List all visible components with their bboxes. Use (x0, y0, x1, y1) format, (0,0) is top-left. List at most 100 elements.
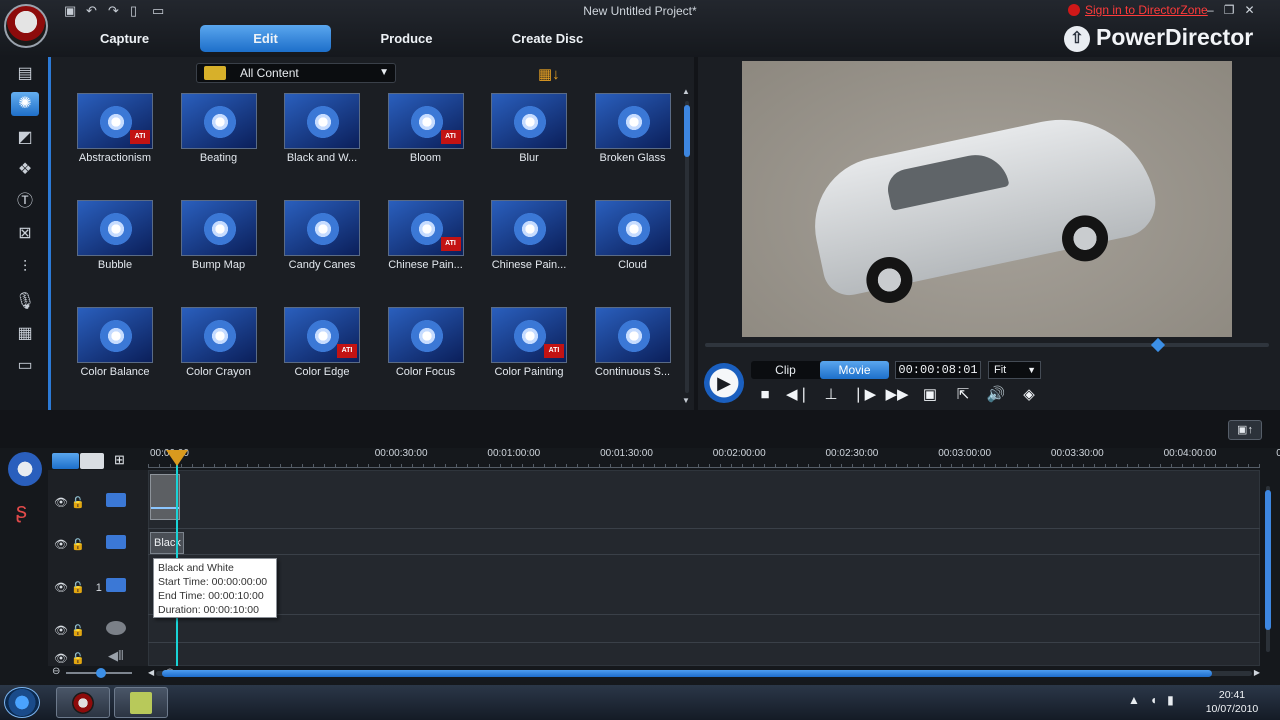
library-scrollbar[interactable]: ▲ ▼ (682, 87, 691, 405)
eye-icon[interactable]: 👁 (54, 582, 68, 594)
signin-text[interactable]: Sign in to DirectorZone (1085, 3, 1208, 17)
timecode-display[interactable]: 00:00:08:01 (895, 361, 981, 379)
effect-tile[interactable]: Chinese Pain... (479, 200, 579, 290)
effect-room-icon[interactable]: ✺ (11, 92, 39, 116)
effect-tile[interactable]: Continuous S... (583, 307, 683, 397)
effect-thumbnail[interactable] (491, 200, 567, 256)
effect-tile[interactable]: Candy Canes (272, 200, 372, 290)
taskbar-powerdirector[interactable] (56, 687, 110, 718)
movie-mode-button[interactable]: Movie (820, 361, 889, 379)
subtitle-room-icon[interactable]: ▭ (11, 354, 39, 378)
eye-icon[interactable]: 👁 (54, 497, 68, 509)
effect-tile[interactable]: Color Focus (376, 307, 476, 397)
pip-room-icon[interactable]: ◩ (11, 126, 39, 150)
effect-tile[interactable]: Beating (169, 93, 269, 183)
effect-thumbnail[interactable]: ATI (77, 93, 153, 149)
unlock-icon[interactable]: 🔓 (71, 653, 85, 665)
magic-wand-icon[interactable] (8, 452, 42, 486)
effect-thumbnail[interactable] (284, 200, 360, 256)
timeline-vscroll-thumb[interactable] (1265, 490, 1271, 630)
zoom-dropdown[interactable]: Fit ▼ (988, 361, 1041, 379)
scroll-up-icon[interactable]: ▲ (682, 87, 690, 96)
unlock-icon[interactable]: 🔓 (71, 625, 85, 637)
network-icon[interactable]: ▮ (1167, 693, 1184, 707)
speaker-icon[interactable]: ◖ (1150, 693, 1167, 707)
effect-thumbnail[interactable] (594, 93, 671, 149)
upgrade-icon[interactable]: ⇧ (1064, 26, 1090, 52)
stop-icon[interactable]: ■ (753, 385, 777, 405)
effect-tile[interactable]: Bump Map (169, 200, 269, 290)
scroll-left-icon[interactable]: ◀ (148, 668, 154, 677)
effect-thumbnail[interactable]: ATI (491, 307, 567, 363)
effect-thumbnail[interactable] (387, 307, 464, 363)
effect-tile[interactable]: Broken Glass (583, 93, 683, 183)
previous-frame-icon[interactable]: ◀❘ (786, 385, 810, 405)
timeline-zoom-slider[interactable]: ⊖ ◴ (50, 666, 174, 678)
effect-tile[interactable]: ATI Color Painting (479, 307, 579, 397)
effect-thumbnail[interactable] (180, 93, 257, 149)
effect-tile[interactable]: Black and W... (272, 93, 372, 183)
effect-thumbnail[interactable]: ATI (284, 307, 360, 363)
sort-grid-icon[interactable]: ▦↓ (538, 65, 560, 83)
maximize-icon[interactable]: ❐ (1224, 3, 1245, 17)
timeline-mode-button[interactable] (52, 453, 79, 469)
transition-room-icon[interactable]: ⊠ (11, 222, 39, 246)
timeline-horizontal-scrollbar[interactable]: ◀ ▶ (148, 668, 1260, 678)
timeline-ruler[interactable]: 00:00:0000:00:30:0000:01:00:0000:01:30:0… (148, 448, 1280, 468)
effect-thumbnail[interactable] (284, 93, 360, 149)
tab-capture[interactable]: Capture (59, 25, 190, 52)
content-filter-dropdown[interactable]: All Content ▼ (196, 63, 396, 83)
preview-seekbar[interactable] (705, 343, 1269, 347)
effect-tile[interactable]: Blur (479, 93, 579, 183)
unlock-icon[interactable]: 🔓 (71, 497, 85, 509)
effect-tile[interactable]: ATI Chinese Pain... (376, 200, 476, 290)
clip-mode-button[interactable]: Clip (751, 361, 820, 379)
close-icon[interactable]: ✕ (1244, 3, 1264, 17)
timeline-vertical-scrollbar[interactable] (1264, 474, 1272, 664)
minimize-icon[interactable]: – (1207, 3, 1224, 17)
effect-tile[interactable]: Color Crayon (169, 307, 269, 397)
magic-style-icon[interactable]: ʂ (16, 498, 27, 524)
seek-slider-handle[interactable] (1150, 337, 1166, 353)
zoom-out-icon[interactable]: ⊖ (52, 666, 60, 677)
track-area[interactable] (148, 470, 1260, 666)
effect-tile[interactable]: ATI Color Edge (272, 307, 372, 397)
tab-create-disc[interactable]: Create Disc (482, 25, 613, 52)
particle-room-icon[interactable]: ❖ (11, 158, 39, 182)
fast-forward-icon[interactable]: ▶▶ (885, 385, 909, 405)
effect-thumbnail[interactable] (77, 307, 153, 363)
effect-tile[interactable]: Bubble (65, 200, 165, 290)
fullscreen-icon[interactable]: ⇱ (951, 385, 975, 405)
effect-clip[interactable]: Black a (150, 532, 184, 554)
timeline-scroll-thumb[interactable] (162, 670, 1212, 677)
voice-over-room-icon[interactable]: 🎙 (11, 290, 39, 314)
media-room-icon[interactable]: ▤ (11, 62, 39, 86)
effect-tile[interactable]: Cloud (583, 200, 683, 290)
storyboard-mode-button[interactable] (80, 453, 104, 469)
snapshot-icon[interactable]: ▣ (918, 385, 942, 405)
effect-thumbnail[interactable] (594, 200, 671, 256)
tab-edit[interactable]: Edit (200, 25, 331, 52)
play-button[interactable]: ▶ (704, 363, 744, 403)
effect-thumbnail[interactable]: ATI (387, 93, 464, 149)
eye-icon[interactable]: 👁 (54, 653, 68, 665)
scroll-down-icon[interactable]: ▼ (682, 396, 690, 405)
clip-movie-toggle[interactable]: Clip Movie (751, 361, 889, 379)
tab-produce[interactable]: Produce (341, 25, 472, 52)
next-frame-icon[interactable]: ❘▶ (852, 385, 876, 405)
fit-timeline-icon[interactable]: ⊞ (114, 452, 125, 468)
effect-tile[interactable]: ATI Bloom (376, 93, 476, 183)
more-options-icon[interactable]: ◈ (1017, 385, 1041, 405)
split-icon[interactable]: ⊥ (819, 385, 843, 405)
effect-thumbnail[interactable]: ATI (387, 200, 464, 256)
taskbar-notes[interactable] (114, 687, 168, 718)
unlock-icon[interactable]: 🔓 (71, 539, 85, 551)
zoom-knob[interactable] (96, 668, 106, 678)
timeline-view-toggle-button[interactable]: ▣↑ (1228, 420, 1262, 440)
effect-tile[interactable]: ATI Abstractionism (65, 93, 165, 183)
effect-thumbnail[interactable] (77, 200, 153, 256)
audio-mixing-room-icon[interactable]: ⫶ (11, 256, 39, 280)
scroll-right-icon[interactable]: ▶ (1254, 668, 1260, 677)
effect-tile[interactable]: Color Balance (65, 307, 165, 397)
system-clock[interactable]: 20:41 10/07/2010 (1196, 688, 1268, 716)
